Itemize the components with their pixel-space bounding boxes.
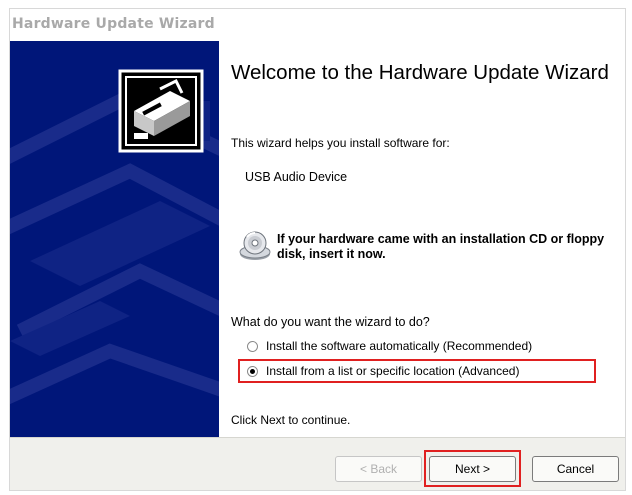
window-title: Hardware Update Wizard xyxy=(12,16,215,32)
wizard-window: Hardware Update Wizard Welcome to the Ha… xyxy=(9,8,626,491)
cancel-button[interactable]: Cancel xyxy=(532,456,619,482)
next-button-highlight xyxy=(424,450,521,487)
option-label: Install the software automatically (Reco… xyxy=(266,339,533,353)
hardware-wizard-icon xyxy=(118,69,204,153)
wizard-question: What do you want the wizard to do? xyxy=(231,315,430,329)
radio-button[interactable] xyxy=(247,340,258,352)
wizard-side-panel xyxy=(10,41,219,437)
continue-instruction: Click Next to continue. xyxy=(231,413,351,427)
back-button[interactable]: < Back xyxy=(335,456,422,482)
title-bar[interactable]: Hardware Update Wizard xyxy=(10,9,625,41)
intro-text: This wizard helps you install software f… xyxy=(231,136,450,150)
wizard-heading: Welcome to the Hardware Update Wizard xyxy=(231,61,609,84)
button-bar: < Back Next > Cancel xyxy=(10,437,625,490)
option-install-automatically[interactable]: Install the software automatically (Reco… xyxy=(247,337,532,355)
option-highlight-box xyxy=(238,359,596,383)
side-panel-artwork xyxy=(10,69,219,405)
wizard-content: Welcome to the Hardware Update Wizard Th… xyxy=(219,41,625,437)
device-name: USB Audio Device xyxy=(245,170,348,184)
cd-notice: If your hardware came with an installati… xyxy=(277,232,605,261)
cd-disc-icon xyxy=(238,230,272,269)
